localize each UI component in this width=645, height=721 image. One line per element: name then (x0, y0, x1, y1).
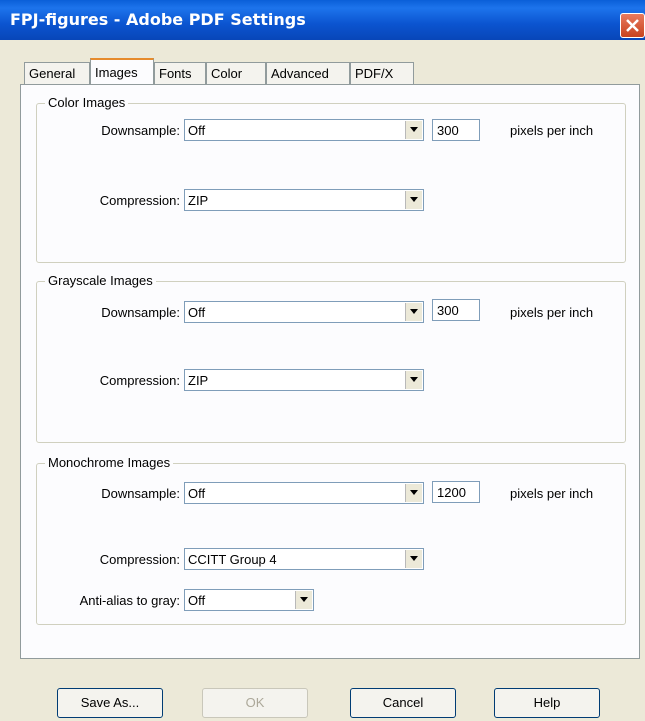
tab-pdfx[interactable]: PDF/X (350, 62, 414, 84)
tab-general[interactable]: General (24, 62, 90, 84)
color-resolution-input[interactable]: 300 (432, 119, 480, 141)
title-bar[interactable]: FPJ-figures - Adobe PDF Settings (0, 0, 645, 40)
color-compression-select[interactable]: ZIP (184, 189, 424, 211)
monochrome-compression-label: Compression: (99, 552, 180, 567)
grayscale-unit-label: pixels per inch (510, 305, 594, 320)
dropdown-arrow-icon[interactable] (295, 591, 312, 609)
monochrome-images-title: Monochrome Images (45, 455, 174, 470)
close-button[interactable] (620, 13, 645, 38)
grayscale-resolution-input[interactable]: 300 (432, 299, 480, 321)
dropdown-arrow-icon[interactable] (405, 191, 422, 209)
dropdown-arrow-icon[interactable] (405, 550, 422, 568)
window-title: FPJ-figures - Adobe PDF Settings (10, 10, 306, 29)
close-icon (626, 19, 639, 32)
color-images-title: Color Images (45, 95, 129, 110)
monochrome-resolution-input[interactable]: 1200 (432, 481, 480, 503)
monochrome-unit-label: pixels per inch (510, 486, 594, 501)
tab-advanced[interactable]: Advanced (266, 62, 350, 84)
dropdown-arrow-icon[interactable] (405, 371, 422, 389)
grayscale-compression-label: Compression: (99, 373, 180, 388)
monochrome-downsample-select[interactable]: Off (184, 482, 424, 504)
color-downsample-label: Downsample: (101, 123, 180, 138)
monochrome-downsample-label: Downsample: (101, 486, 180, 501)
color-downsample-select[interactable]: Off (184, 119, 424, 141)
tab-fonts[interactable]: Fonts (154, 62, 206, 84)
grayscale-downsample-label: Downsample: (101, 305, 180, 320)
grayscale-images-title: Grayscale Images (45, 273, 156, 288)
dropdown-arrow-icon[interactable] (405, 121, 422, 139)
tab-color[interactable]: Color (206, 62, 266, 84)
grayscale-downsample-select[interactable]: Off (184, 301, 424, 323)
grayscale-compression-select[interactable]: ZIP (184, 369, 424, 391)
dropdown-arrow-icon[interactable] (405, 303, 422, 321)
cancel-button[interactable]: Cancel (350, 688, 456, 718)
antialias-label: Anti-alias to gray: (79, 593, 180, 608)
color-compression-label: Compression: (99, 193, 180, 208)
help-button[interactable]: Help (494, 688, 600, 718)
tab-images[interactable]: Images (90, 58, 154, 86)
dropdown-arrow-icon[interactable] (405, 484, 422, 502)
save-as-button[interactable]: Save As... (57, 688, 163, 718)
ok-button[interactable]: OK (202, 688, 308, 718)
color-unit-label: pixels per inch (510, 123, 594, 138)
monochrome-compression-select[interactable]: CCITT Group 4 (184, 548, 424, 570)
antialias-select[interactable]: Off (184, 589, 314, 611)
